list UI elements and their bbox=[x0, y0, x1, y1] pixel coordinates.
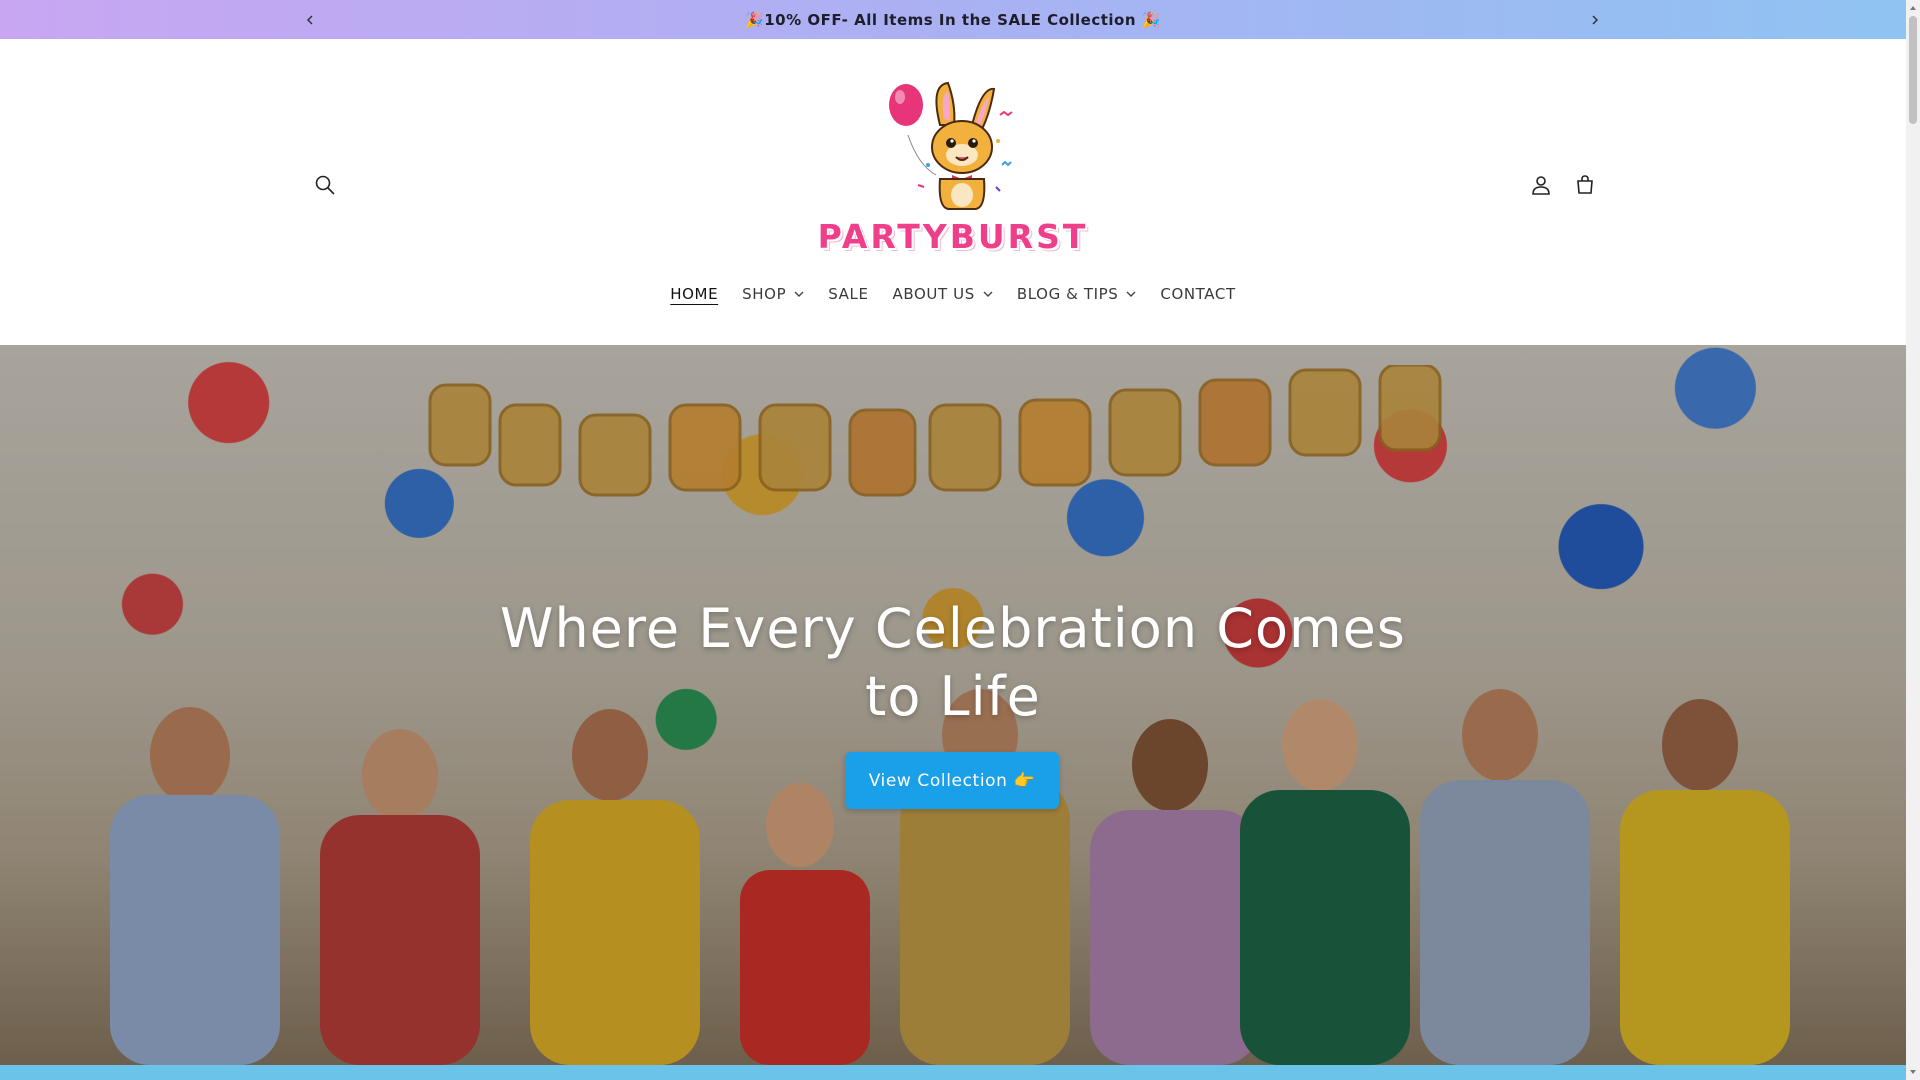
cart-button[interactable] bbox=[1565, 165, 1605, 205]
announcement-bar: 🎉10% OFF- All Items In the SALE Collecti… bbox=[0, 0, 1906, 39]
account-icon bbox=[1532, 176, 1550, 195]
search-icon bbox=[315, 175, 335, 195]
chevron-left-icon bbox=[306, 15, 313, 25]
hero-heading: Where Every Celebration Comes to Life bbox=[0, 595, 1906, 731]
hero-banner: Where Every Celebration Comes to Life Vi… bbox=[0, 345, 1906, 1065]
scroll-up-icon[interactable] bbox=[1908, 3, 1918, 13]
nav-item-home[interactable]: HOME bbox=[658, 279, 730, 309]
announcement-next-button[interactable] bbox=[1583, 8, 1607, 32]
bunny-mascot-logo bbox=[889, 81, 1013, 210]
nav-item-shop[interactable]: SHOP bbox=[730, 279, 816, 309]
hero-heading-line-1: Where Every Celebration Comes bbox=[500, 597, 1406, 660]
site-header: PARTYBURST HOME SHOP SALE ABOUT US BLOG … bbox=[0, 39, 1906, 345]
nav-item-label: CONTACT bbox=[1160, 285, 1236, 303]
logo-wordmark: PARTYBURST bbox=[817, 217, 1089, 256]
scroll-down-icon[interactable] bbox=[1908, 1067, 1918, 1077]
nav-item-contact[interactable]: CONTACT bbox=[1148, 279, 1247, 309]
main-navigation: HOME SHOP SALE ABOUT US BLOG & TIPS CONT… bbox=[0, 279, 1906, 309]
announcement-prev-button[interactable] bbox=[298, 8, 322, 32]
next-section-strip bbox=[0, 1065, 1906, 1080]
chevron-down-icon bbox=[794, 291, 804, 297]
nav-item-about-us[interactable]: ABOUT US bbox=[881, 279, 1005, 309]
announcement-text: 🎉10% OFF- All Items In the SALE Collecti… bbox=[745, 10, 1161, 29]
hero-heading-line-2: to Life bbox=[865, 665, 1041, 728]
chevron-down-icon bbox=[983, 291, 993, 297]
cart-icon bbox=[1577, 175, 1593, 194]
chevron-down-icon bbox=[1126, 291, 1136, 297]
page-scrollbar[interactable] bbox=[1906, 0, 1920, 1080]
nav-item-label: HOME bbox=[670, 285, 719, 303]
nav-item-label: BLOG & TIPS bbox=[1016, 285, 1119, 303]
nav-item-label: SALE bbox=[828, 285, 869, 303]
nav-item-label: SHOP bbox=[742, 285, 787, 303]
nav-item-sale[interactable]: SALE bbox=[816, 279, 880, 309]
nav-item-label: ABOUT US bbox=[892, 285, 975, 303]
scrollbar-thumb[interactable] bbox=[1909, 16, 1917, 124]
search-button[interactable] bbox=[305, 165, 345, 205]
nav-item-blog-tips[interactable]: BLOG & TIPS bbox=[1005, 279, 1149, 309]
chevron-right-icon bbox=[1592, 15, 1599, 25]
account-button[interactable] bbox=[1521, 165, 1561, 205]
view-collection-button[interactable]: View Collection 👉 bbox=[845, 752, 1059, 809]
site-logo[interactable]: PARTYBURST bbox=[817, 75, 1089, 289]
